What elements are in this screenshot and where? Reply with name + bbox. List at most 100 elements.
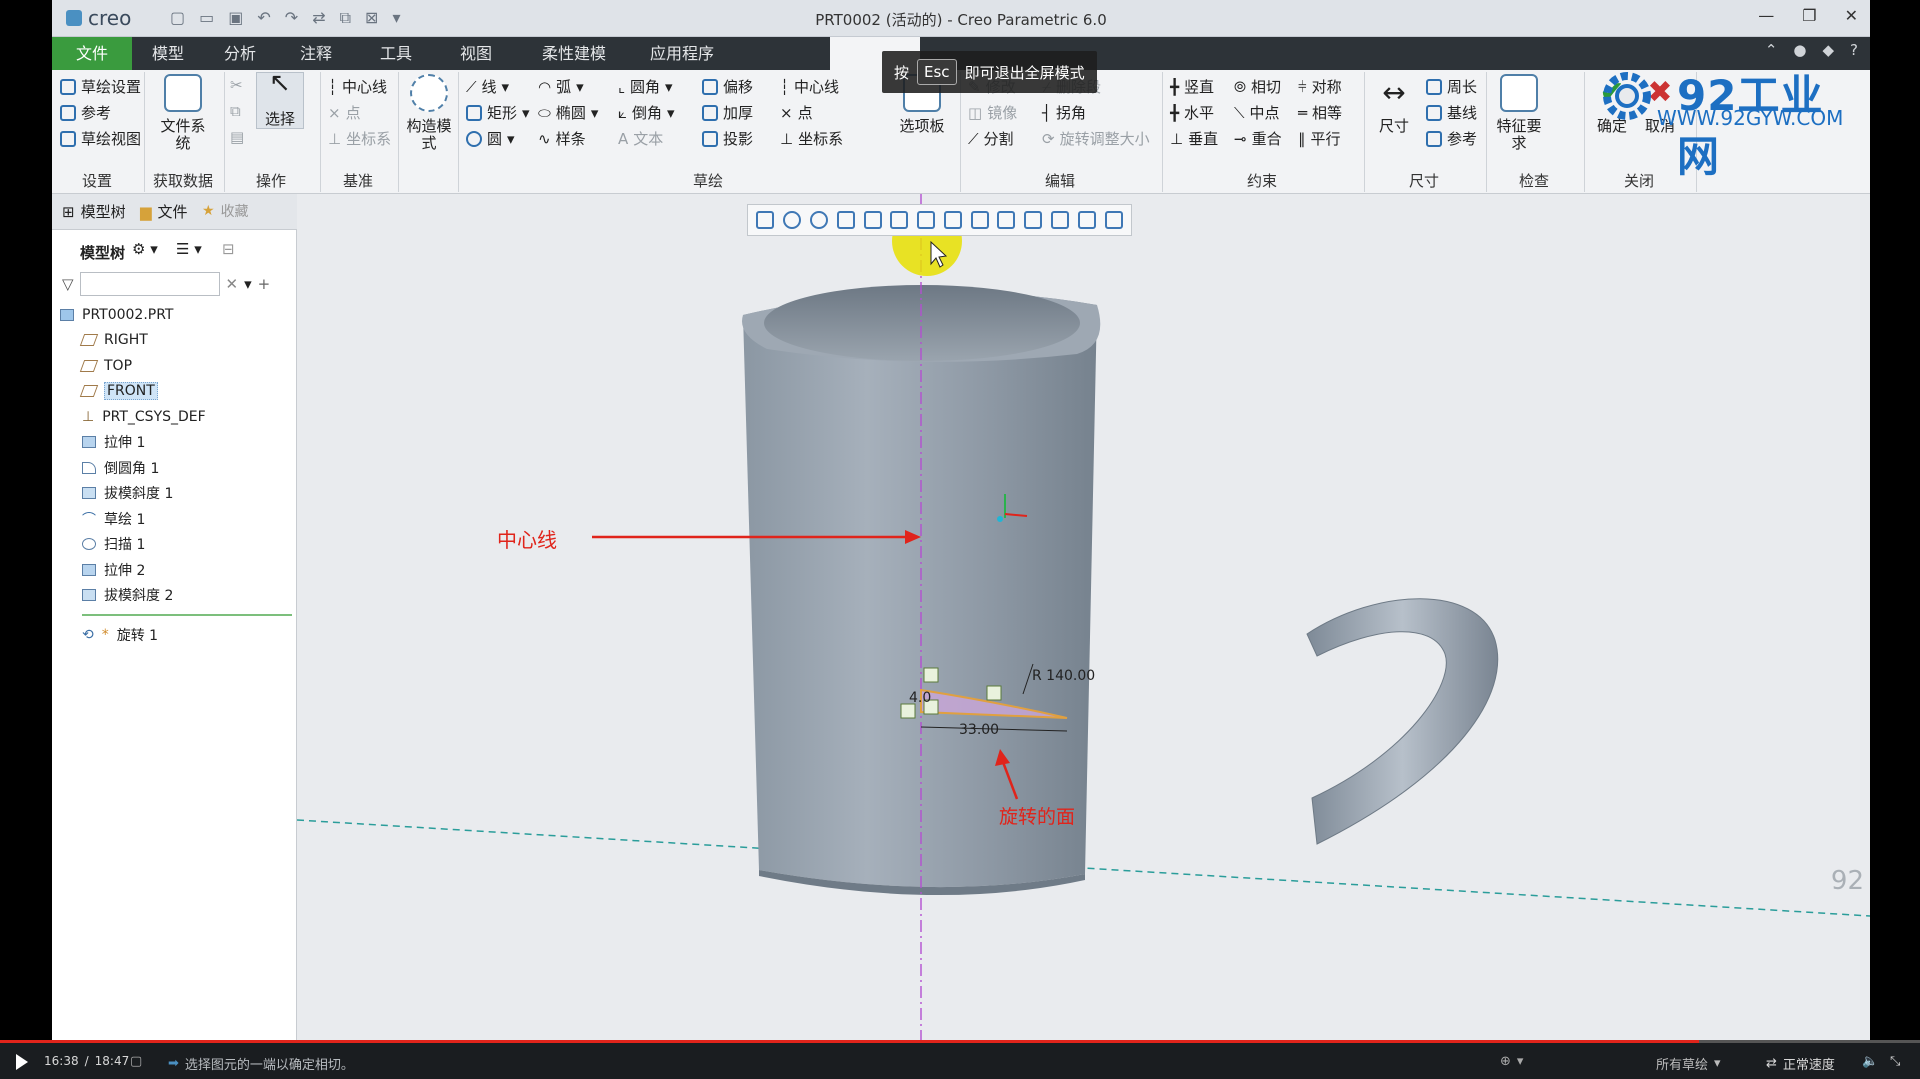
minimize-icon[interactable]: — [1758, 6, 1774, 25]
search-dropdown-icon[interactable]: ▾ [244, 275, 252, 293]
redo-icon[interactable]: ↷ [285, 8, 298, 28]
saved-orientations-icon[interactable] [890, 211, 909, 229]
find-button[interactable]: ⊕ ▾ [1500, 1054, 1523, 1069]
tree-item-part[interactable]: PRT0002.PRT [60, 302, 296, 328]
tree-item-top[interactable]: TOP [60, 353, 296, 379]
chamfer-button[interactable]: ⟀ 倒角 ▾ [618, 102, 675, 123]
fullscreen-button[interactable]: ⤡ [1890, 1054, 1900, 1069]
coincident-constraint-button[interactable]: ⊸ 重合 [1234, 128, 1282, 149]
tab-model-tree[interactable]: ⊞ 模型树 [62, 201, 126, 222]
line-dropdown-icon[interactable]: ▾ [502, 78, 510, 96]
tree-item-round-1[interactable]: 倒圆角 1 [60, 455, 296, 481]
tree-item-front[interactable]: FRONT [60, 379, 296, 405]
sketch-setup-button[interactable]: 草绘设置 [60, 76, 141, 97]
tree-item-extrude-1[interactable]: 拉伸 1 [60, 430, 296, 456]
group-constraint[interactable]: 约束 [1162, 170, 1362, 191]
video-progress[interactable] [0, 1040, 1920, 1043]
mirror-button[interactable]: ◫ 镜像 [968, 102, 1017, 123]
selection-filter[interactable]: 所有草绘 ▾ [1656, 1054, 1721, 1073]
tree-show-icon[interactable]: ☰ ▾ [176, 240, 202, 258]
undo-icon[interactable]: ↶ [257, 8, 270, 28]
fillet-button[interactable]: ⌞ 圆角 ▾ [618, 76, 673, 97]
rotate-resize-button[interactable]: ⟳ 旋转调整大小 [1042, 128, 1150, 149]
save-icon[interactable]: ▣ [228, 8, 243, 28]
feature-requirements-button[interactable]: 特征要求 [1492, 74, 1546, 152]
reference-dim-button[interactable]: 参考 [1426, 128, 1477, 149]
baseline-button[interactable]: 基线 [1426, 102, 1477, 123]
sketch-centerline-button[interactable]: ┆ 中心线 [780, 76, 839, 97]
midpoint-constraint-button[interactable]: ⟍ 中点 [1234, 102, 1280, 123]
tab-flexible-modeling[interactable]: 柔性建模 [516, 37, 632, 70]
windows-icon[interactable]: ⧉ [340, 8, 351, 28]
community-icon[interactable]: ● [1793, 41, 1806, 59]
sketch-view-toolbar-icon[interactable] [1024, 211, 1043, 229]
play-button[interactable] [16, 1054, 28, 1070]
arc-button[interactable]: ◠ 弧 ▾ [538, 76, 584, 97]
tree-item-extrude-2[interactable]: 拉伸 2 [60, 557, 296, 583]
dimension-height[interactable]: 4.0 [909, 690, 931, 706]
tab-model[interactable]: 模型 [132, 37, 204, 70]
circle-button[interactable]: 圆 ▾ [466, 128, 515, 149]
close-icon[interactable]: ✕ [1845, 6, 1858, 25]
spin-center-icon[interactable] [997, 211, 1016, 229]
zoom-out-icon[interactable] [809, 211, 828, 229]
tab-favorites[interactable]: ★ 收藏 [202, 201, 249, 221]
chamfer-dropdown-icon[interactable]: ▾ [667, 104, 675, 122]
sketch-csys-button[interactable]: ⊥ 坐标系 [780, 128, 843, 149]
tab-file[interactable]: 文件 [52, 37, 132, 70]
tree-settings-icon[interactable]: ⚙ ▾ [132, 240, 158, 258]
restore-icon[interactable]: ❐ [1802, 6, 1816, 25]
tree-search-input[interactable] [79, 272, 220, 296]
paste-icon[interactable]: ▤ [230, 128, 244, 146]
constraint-marker-1[interactable] [923, 667, 939, 683]
datum-centerline-button[interactable]: ┆ 中心线 [328, 76, 387, 97]
construction-mode-button[interactable]: 构造模式 [404, 74, 454, 152]
playback-speed[interactable]: ⇄ 正常速度 [1766, 1054, 1835, 1073]
datum-display-icon[interactable] [943, 211, 962, 229]
horizontal-constraint-button[interactable]: ╋ 水平 [1170, 102, 1214, 123]
find-dropdown-icon[interactable]: ▾ [1517, 1054, 1524, 1069]
tree-filter-icon[interactable]: ⊟ [222, 240, 235, 258]
symmetric-constraint-button[interactable]: ⫩ 对称 [1298, 76, 1342, 97]
sketch-filters-icon[interactable] [1077, 211, 1096, 229]
qat-dropdown-icon[interactable]: ▾ [392, 8, 400, 28]
group-inspect[interactable]: 检查 [1486, 170, 1582, 191]
tab-folder-browser[interactable]: ▆ 文件 [140, 201, 188, 222]
group-operations[interactable]: 操作 [224, 170, 318, 191]
project-button[interactable]: 投影 [702, 128, 753, 149]
datum-point-button[interactable]: × 点 [328, 102, 361, 123]
tree-item-right[interactable]: RIGHT [60, 328, 296, 354]
sketch-view-button[interactable]: 草绘视图 [60, 128, 141, 149]
references-button[interactable]: 参考 [60, 102, 111, 123]
vertical-constraint-button[interactable]: ╋ 竖直 [1170, 76, 1214, 97]
add-icon[interactable]: + [258, 275, 271, 293]
dimension-radius[interactable]: R 140.00 [1032, 668, 1095, 684]
arc-dropdown-icon[interactable]: ▾ [576, 78, 584, 96]
equal-constraint-marker[interactable] [986, 685, 1002, 701]
display-style-icon[interactable] [863, 211, 882, 229]
ellipse-button[interactable]: ⬭ 椭圆 ▾ [538, 102, 598, 123]
dimension-button[interactable]: ↔ 尺寸 [1370, 74, 1418, 135]
sketch-point-button[interactable]: × 点 [780, 102, 813, 123]
offset-button[interactable]: 偏移 [702, 76, 753, 97]
perimeter-button[interactable]: 周长 [1426, 76, 1477, 97]
sketcher-display-icon[interactable] [1050, 211, 1069, 229]
constraint-marker-2[interactable] [900, 703, 916, 719]
ellipse-dropdown-icon[interactable]: ▾ [591, 104, 599, 122]
corner-button[interactable]: ┤ 拐角 [1042, 102, 1086, 123]
select-button[interactable]: ↖ 选择 [256, 70, 304, 129]
cut-icon[interactable]: ✂ [230, 76, 243, 94]
tree-item-csys[interactable]: ⊥ PRT_CSYS_DEF [60, 404, 296, 430]
regenerate-icon[interactable]: ⇄ [312, 8, 325, 28]
tab-analysis[interactable]: 分析 [204, 37, 276, 70]
volume-button[interactable]: 🔈 [1862, 1054, 1878, 1069]
dimension-width[interactable]: 33.00 [959, 722, 999, 738]
clear-search-icon[interactable]: ✕ [226, 275, 239, 293]
spline-button[interactable]: ∿ 样条 [538, 128, 586, 149]
tree-item-draft-2[interactable]: 拔模斜度 2 [60, 583, 296, 609]
perpendicular-constraint-button[interactable]: ⊥ 垂直 [1170, 128, 1218, 149]
close-window-icon[interactable]: ⊠ [365, 8, 378, 28]
annotation-display-icon[interactable] [970, 211, 989, 229]
group-setup[interactable]: 设置 [52, 170, 142, 191]
open-icon[interactable]: ▭ [199, 8, 214, 28]
